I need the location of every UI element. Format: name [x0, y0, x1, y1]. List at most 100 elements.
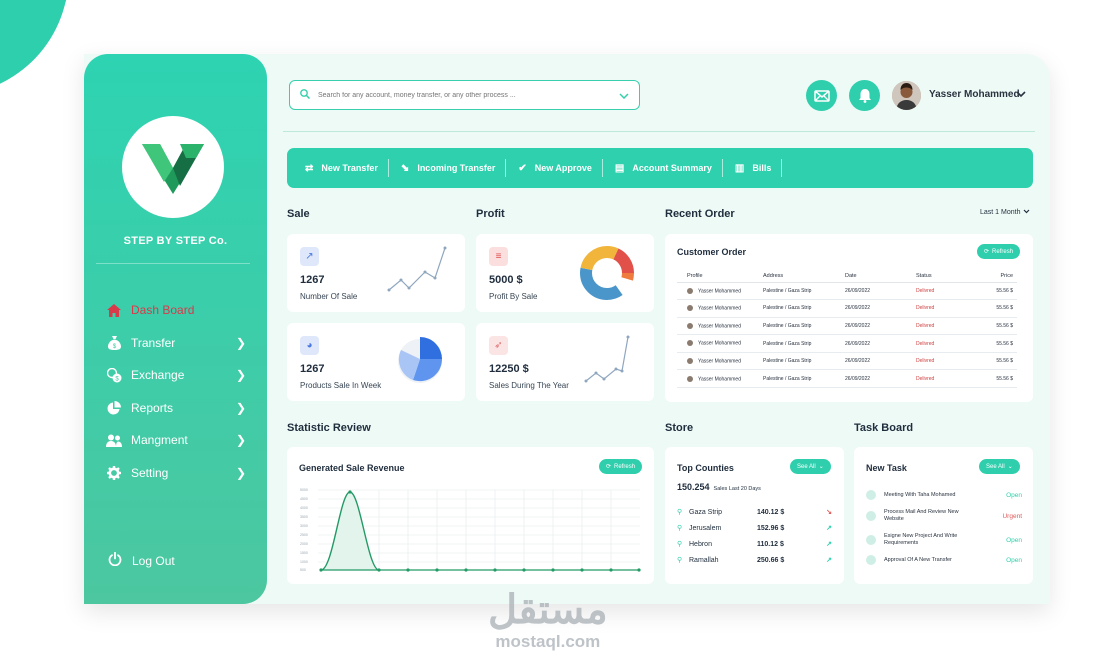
column-header: Profile — [677, 270, 763, 283]
customer-name: Yasser Mohammed — [698, 375, 741, 382]
sidebar-item-dashboard[interactable]: Dash Board — [106, 300, 246, 320]
list-item[interactable]: Meeting With Taha Mohamed Open — [866, 490, 1022, 500]
table-cell: 55.56 $ — [987, 334, 1017, 353]
county-name: Jerusalem — [689, 524, 722, 532]
incoming-transfer-button[interactable]: ⬊ Incoming Transfer — [397, 159, 507, 177]
user-avatar[interactable] — [892, 81, 921, 110]
chevron-down-icon[interactable] — [619, 86, 629, 104]
table-row[interactable]: Yasser Mohammed Palestine / Gaza Strip 26/… — [677, 317, 1017, 336]
new-transfer-button[interactable]: ⇄ New Transfer — [301, 159, 389, 177]
period-filter-label: Last 1 Month — [980, 209, 1021, 216]
messages-button[interactable] — [806, 80, 837, 111]
list-item[interactable]: ⚲ Jerusalem 152.96 $ ↗ — [677, 522, 832, 534]
sidebar-item-transfer[interactable]: $ Transfer ❯ — [106, 333, 246, 353]
sidebar-item-management[interactable]: Mangment ❯ — [106, 430, 246, 450]
sale-count-card: ↗ 1267 Number Of Sale — [287, 234, 465, 312]
table-cell: 26/09/2022 — [845, 299, 916, 318]
search-icon — [300, 86, 311, 104]
see-all-tasks-button[interactable]: See All ⌄ — [979, 459, 1020, 474]
svg-text:1000: 1000 — [300, 560, 308, 564]
bills-button[interactable]: ▥ Bills — [731, 159, 783, 177]
users-icon — [106, 432, 122, 448]
order-customer-cell: Yasser Mohammed — [677, 369, 763, 389]
logout-button[interactable]: Log Out — [108, 551, 175, 569]
customer-name: Yasser Mohammed — [698, 323, 741, 330]
avatar — [687, 287, 693, 294]
refresh-orders-button[interactable]: ⟳ Refresh — [977, 244, 1021, 259]
home-icon — [106, 302, 122, 318]
account-summary-button[interactable]: ▤ Account Summary — [611, 159, 723, 177]
kpi-label: Profit By Sale — [489, 292, 538, 301]
table-cell: Delivred — [916, 334, 987, 353]
column-header: Date — [845, 270, 916, 283]
profit-card: ≡ 5000 $ Profit By Sale — [476, 234, 654, 312]
location-pin-icon: ⚲ — [677, 509, 683, 516]
svg-text:2000: 2000 — [300, 542, 308, 546]
sidebar-item-reports[interactable]: Reports ❯ — [106, 398, 246, 418]
pie-icon — [106, 400, 122, 416]
receipt-icon: ▥ — [734, 162, 745, 174]
svg-text:4500: 4500 — [300, 497, 308, 501]
task-status-icon — [866, 511, 876, 521]
county-name: Hebron — [689, 540, 712, 548]
table-row[interactable]: Yasser Mohammed Palestine / Gaza Strip 26/… — [677, 369, 1017, 389]
table-cell: 55.56 $ — [987, 282, 1017, 301]
table-cell: Delivred — [916, 369, 987, 389]
table-row[interactable]: Yasser Mohammed Palestine / Gaza Strip 26/… — [677, 282, 1017, 301]
svg-text:500: 500 — [300, 568, 306, 572]
trend-up-icon: ↗ — [826, 525, 832, 532]
order-customer-cell: Yasser Mohammed — [677, 334, 763, 353]
sidebar-item-setting[interactable]: Setting ❯ — [106, 463, 246, 483]
task-board-section-title: Task Board — [854, 422, 914, 434]
exchange-icon: $ — [106, 367, 122, 383]
refresh-revenue-button[interactable]: ⟳ Refresh — [599, 459, 643, 474]
list-item[interactable]: Approval Of A New Transfer Open — [866, 555, 1022, 565]
sidebar-item-label: Mangment — [131, 433, 188, 447]
refresh-icon: ⟳ — [984, 249, 990, 255]
user-name[interactable]: Yasser Mohammed — [929, 89, 1020, 100]
decorative-blob — [0, 0, 83, 123]
table-row[interactable]: Yasser Mohammed Palestine / Gaza Strip 26/… — [677, 299, 1017, 318]
table-row[interactable]: Yasser Mohammed Palestine / Gaza Strip 26/… — [677, 334, 1017, 353]
products-week-card: ◕ 1267 Products Sale In Week — [287, 323, 465, 401]
table-cell: 26/09/2022 — [845, 334, 916, 353]
task-text: Approval Of A New Transfer — [884, 556, 952, 563]
refresh-label: Refresh — [614, 463, 636, 470]
table-cell: 55.56 $ — [987, 299, 1017, 318]
task-status-badge: Open — [1006, 536, 1022, 544]
avatar — [687, 375, 693, 382]
see-all-counties-button[interactable]: See All ⌄ — [790, 459, 831, 474]
sale-section-title: Sale — [287, 208, 310, 220]
mostaql-watermark: مستقل mostaql.com — [488, 588, 608, 652]
search-bar[interactable] — [289, 80, 640, 110]
list-item[interactable]: ⚲ Hebron 110.12 $ ↗ — [677, 538, 832, 550]
table-cell: Palestine / Gaza Strip — [763, 317, 845, 336]
coins-icon: ≡ — [489, 247, 508, 266]
v-logo-icon — [142, 144, 204, 194]
column-header: Address — [763, 270, 845, 283]
search-input[interactable] — [318, 91, 619, 99]
notifications-button[interactable] — [849, 80, 880, 111]
see-all-label: See All — [986, 463, 1005, 470]
list-item[interactable]: ⚲ Ramallah 250.66 $ ↗ — [677, 554, 832, 566]
list-item[interactable]: ⚲ Gaza Strip 140.12 $ ↘ — [677, 506, 832, 518]
kpi-label: Sales During The Year — [489, 381, 569, 390]
revenue-chart-title: Generated Sale Revenue — [299, 463, 405, 473]
svg-text:3000: 3000 — [300, 524, 308, 528]
task-text: Process Mail And Review New Website — [884, 509, 959, 522]
sidebar-item-exchange[interactable]: $ Exchange ❯ — [106, 365, 246, 385]
avatar — [687, 305, 693, 312]
table-cell: Palestine / Gaza Strip — [763, 369, 845, 389]
chevron-down-icon[interactable] — [1016, 87, 1026, 101]
action-label: Bills — [752, 163, 772, 173]
kpi-label: Number Of Sale — [300, 292, 358, 301]
list-item[interactable]: Process Mail And Review New Website Urgen… — [866, 509, 1022, 523]
county-name: Ramallah — [689, 556, 719, 564]
period-filter-dropdown[interactable]: Last 1 Month — [980, 209, 1030, 216]
new-approve-button[interactable]: ✔ New Approve — [514, 159, 603, 177]
svg-text:5000: 5000 — [300, 488, 308, 492]
table-row[interactable]: Yasser Mohammed Palestine / Gaza Strip 26/… — [677, 352, 1017, 371]
list-item[interactable]: Esigne New Project And Write Requirement… — [866, 533, 1022, 547]
customer-name: Yasser Mohammed — [698, 287, 741, 294]
rocket-icon: ➶ — [489, 336, 508, 355]
